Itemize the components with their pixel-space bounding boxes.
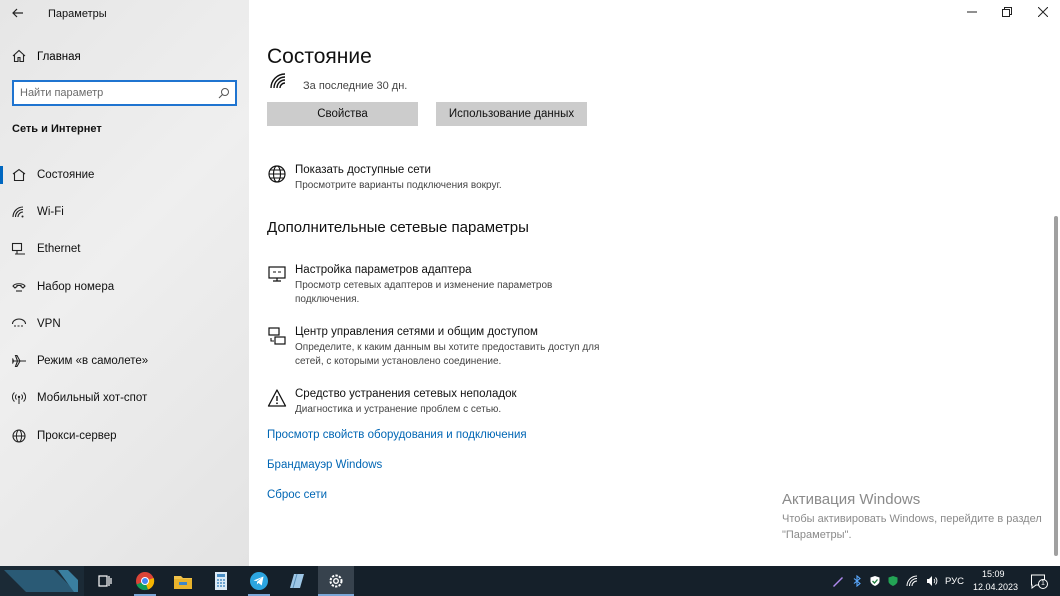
network-wifi-icon bbox=[270, 73, 286, 89]
activation-text: Чтобы активировать Windows, перейдите в … bbox=[782, 513, 1042, 541]
home-network-icon bbox=[12, 168, 26, 182]
sidebar-item-label: Режим «в самолете» bbox=[37, 355, 149, 367]
home-icon bbox=[12, 49, 26, 63]
defender-icon[interactable] bbox=[869, 575, 881, 587]
usage-period-text: За последние 30 дн. bbox=[303, 80, 408, 92]
volume-icon[interactable] bbox=[926, 575, 938, 587]
sidebar-item-home[interactable]: Главная bbox=[0, 44, 249, 70]
title-bar: Параметры bbox=[0, 0, 249, 28]
telegram-icon[interactable] bbox=[248, 570, 270, 592]
sidebar-item-label: Прокси-сервер bbox=[37, 430, 117, 442]
sidebar-item-dialup[interactable]: Набор номера bbox=[0, 270, 249, 304]
active-indicator bbox=[0, 166, 3, 184]
sidebar-item-label: Набор номера bbox=[37, 281, 115, 293]
airplane-icon bbox=[11, 354, 26, 368]
minimize-icon bbox=[967, 11, 977, 13]
search-box[interactable] bbox=[12, 80, 237, 106]
sidebar-item-hotspot[interactable]: Мобильный хот-спот bbox=[0, 381, 249, 415]
settings-taskbar-button[interactable] bbox=[318, 566, 354, 596]
search-icon[interactable] bbox=[218, 87, 230, 99]
notification-badge: 1 bbox=[1038, 579, 1048, 589]
wifi-tray-icon[interactable] bbox=[906, 575, 918, 587]
ethernet-icon bbox=[11, 242, 25, 255]
advanced-settings-heading: Дополнительные сетевые параметры bbox=[267, 219, 529, 236]
security-shield-icon[interactable] bbox=[887, 575, 899, 587]
sidebar: Параметры Главная Сеть и Интернет Состоя… bbox=[0, 0, 249, 566]
main-content: Состояние За последние 30 дн. Свойства И… bbox=[249, 0, 1060, 566]
vpn-icon bbox=[11, 318, 27, 327]
option-title: Настройка параметров адаптера bbox=[295, 264, 472, 276]
notification-center-button[interactable]: 1 bbox=[1030, 573, 1048, 589]
adapter-settings-option[interactable]: Настройка параметров адаптера Просмотр с… bbox=[267, 264, 627, 308]
show-networks-option[interactable]: Показать доступные сети Просмотрите вари… bbox=[267, 164, 627, 196]
sidebar-item-label: Ethernet bbox=[37, 243, 81, 255]
search-input[interactable] bbox=[20, 85, 210, 101]
close-icon bbox=[1037, 6, 1049, 18]
close-button[interactable] bbox=[1032, 4, 1054, 22]
option-desc: Диагностика и устранение проблем с сетью… bbox=[295, 404, 502, 415]
notepad-app-icon[interactable] bbox=[286, 570, 308, 592]
option-title: Центр управления сетями и общим доступом bbox=[295, 326, 538, 338]
gear-icon bbox=[329, 574, 343, 588]
sidebar-item-label: Wi-Fi bbox=[37, 206, 64, 218]
sidebar-item-label: Мобильный хот-спот bbox=[37, 392, 148, 404]
file-explorer-icon[interactable] bbox=[172, 570, 194, 592]
option-desc: Определите, к каким данным вы хотите пре… bbox=[295, 342, 600, 367]
back-button[interactable] bbox=[8, 4, 28, 22]
activation-title: Активация Windows bbox=[782, 491, 921, 508]
scrollbar-thumb[interactable] bbox=[1054, 216, 1058, 556]
maximize-button[interactable] bbox=[996, 4, 1018, 22]
option-title: Средство устранения сетевых неполадок bbox=[295, 388, 517, 400]
app-title: Параметры bbox=[48, 8, 107, 20]
dialup-icon bbox=[12, 283, 26, 292]
network-reset-link[interactable]: Сброс сети bbox=[267, 489, 327, 501]
back-arrow-icon bbox=[12, 8, 23, 18]
data-usage-button[interactable]: Использование данных bbox=[436, 102, 587, 126]
sidebar-item-wifi[interactable]: Wi-Fi bbox=[0, 195, 249, 229]
sidebar-item-vpn[interactable]: VPN bbox=[0, 307, 249, 341]
sidebar-item-ethernet[interactable]: Ethernet bbox=[0, 232, 249, 266]
task-view-icon[interactable] bbox=[94, 570, 116, 592]
start-button[interactable] bbox=[0, 566, 84, 596]
restore-icon bbox=[1002, 7, 1012, 17]
pen-icon[interactable] bbox=[832, 575, 844, 587]
sidebar-item-status[interactable]: Состояние bbox=[0, 158, 249, 192]
globe-icon bbox=[12, 429, 26, 443]
language-indicator[interactable]: РУС bbox=[945, 576, 964, 587]
sidebar-item-label: Главная bbox=[37, 51, 81, 63]
scrollbar[interactable] bbox=[1048, 74, 1060, 556]
sharing-center-option[interactable]: Центр управления сетями и общим доступом… bbox=[267, 326, 627, 370]
sidebar-item-proxy[interactable]: Прокси-сервер bbox=[0, 419, 249, 453]
sidebar-item-airplane[interactable]: Режим «в самолете» bbox=[0, 344, 249, 378]
clock-date[interactable]: 12.04.2023 bbox=[973, 582, 1018, 592]
clock-time[interactable]: 15:09 bbox=[982, 569, 1005, 579]
sidebar-item-label: VPN bbox=[37, 318, 61, 330]
activation-watermark: Активация Windows Чтобы активировать Win… bbox=[782, 491, 1042, 543]
bluetooth-icon[interactable] bbox=[851, 575, 863, 587]
chrome-icon[interactable] bbox=[134, 570, 156, 592]
option-desc: Просмотрите варианты подключения вокруг. bbox=[295, 180, 502, 191]
monitor-adapter-icon bbox=[268, 266, 286, 282]
properties-button[interactable]: Свойства bbox=[267, 102, 418, 126]
calculator-icon[interactable] bbox=[210, 570, 232, 592]
troubleshooter-option[interactable]: Средство устранения сетевых неполадок Ди… bbox=[267, 388, 627, 420]
taskbar: РУС 15:09 12.04.2023 1 bbox=[0, 566, 1060, 596]
minimize-button[interactable] bbox=[961, 4, 983, 22]
firewall-link[interactable]: Брандмауэр Windows bbox=[267, 459, 382, 471]
sidebar-item-label: Состояние bbox=[37, 169, 95, 181]
page-title: Состояние bbox=[267, 45, 372, 68]
hotspot-icon bbox=[12, 392, 26, 404]
warning-icon bbox=[267, 389, 287, 407]
section-title: Сеть и Интернет bbox=[12, 123, 102, 135]
network-sharing-icon bbox=[268, 327, 286, 345]
globe-network-icon bbox=[268, 165, 286, 183]
option-desc: Просмотр сетевых адаптеров и изменение п… bbox=[295, 280, 553, 305]
hardware-properties-link[interactable]: Просмотр свойств оборудования и подключе… bbox=[267, 429, 527, 441]
option-title: Показать доступные сети bbox=[295, 164, 431, 176]
wifi-icon bbox=[12, 206, 24, 218]
